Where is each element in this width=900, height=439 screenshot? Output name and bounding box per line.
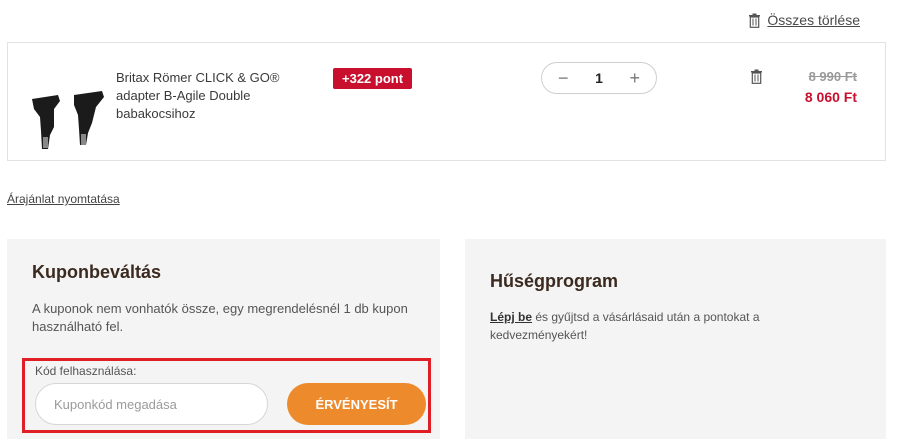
- quantity-stepper: − 1 +: [541, 62, 657, 94]
- product-name-link[interactable]: Britax Römer CLICK & GO® adapter B-Agile…: [116, 69, 306, 123]
- login-link[interactable]: Lépj be: [490, 310, 532, 324]
- coupon-code-input[interactable]: [35, 383, 268, 425]
- coupon-code-label: Kód felhasználása:: [35, 364, 137, 378]
- coupon-description: A kuponok nem vonhatók össze, egy megren…: [32, 301, 408, 334]
- remove-item-trash-icon[interactable]: [750, 69, 763, 84]
- coupon-title: Kuponbeváltás: [32, 262, 162, 282]
- print-quote-link[interactable]: Árajánlat nyomtatása: [7, 192, 120, 206]
- loyalty-title: Hűségprogram: [490, 271, 619, 291]
- cart-item: Britax Römer CLICK & GO® adapter B-Agile…: [7, 42, 886, 161]
- coupon-panel: Kuponbeváltás A kuponok nem vonhatók öss…: [7, 239, 440, 439]
- coupon-form-highlight: Kód felhasználása: ÉRVÉNYESÍT: [22, 358, 431, 433]
- clear-all-label: Összes törlése: [767, 12, 860, 28]
- loyalty-description: Lépj be és gyűjtsd a vásárlásaid után a …: [490, 308, 820, 344]
- original-price: 8 990 Ft: [808, 69, 857, 84]
- clear-all-button[interactable]: Összes törlése: [748, 12, 860, 28]
- points-badge: +322 pont: [333, 68, 413, 89]
- discounted-price: 8 060 Ft: [804, 89, 857, 105]
- loyalty-panel: Hűségprogram Lépj be és gyűjtsd a vásárl…: [465, 239, 886, 439]
- quantity-value[interactable]: 1: [595, 70, 603, 86]
- product-image[interactable]: [24, 87, 114, 149]
- trash-icon: [749, 13, 761, 28]
- apply-coupon-button[interactable]: ÉRVÉNYESÍT: [287, 383, 426, 425]
- decrease-quantity-button[interactable]: −: [558, 69, 569, 87]
- increase-quantity-button[interactable]: +: [629, 69, 640, 87]
